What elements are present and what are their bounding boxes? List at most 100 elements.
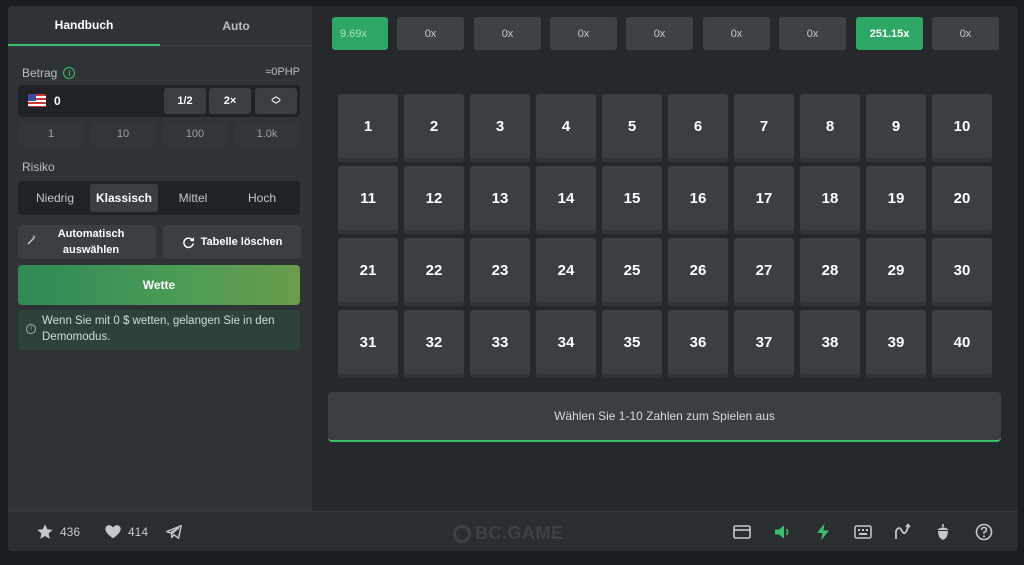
help-button[interactable] bbox=[974, 522, 994, 542]
chip-1[interactable]: 1 bbox=[18, 122, 84, 146]
info-icon[interactable]: i bbox=[63, 67, 76, 79]
number-cell[interactable]: 29 bbox=[866, 238, 926, 302]
number-cell[interactable]: 7 bbox=[734, 94, 794, 158]
number-cell[interactable]: 2 bbox=[404, 94, 464, 158]
speaker-icon bbox=[775, 525, 789, 539]
clear-table-button[interactable]: Tabelle löschen bbox=[163, 225, 301, 259]
number-cell[interactable]: 10 bbox=[932, 94, 992, 158]
logo-mark-icon bbox=[453, 524, 471, 543]
number-cell[interactable]: 32 bbox=[404, 310, 464, 374]
number-cell[interactable]: 38 bbox=[800, 310, 860, 374]
brand-logo: BC.GAME bbox=[453, 523, 564, 544]
risk-option-high[interactable]: Hoch bbox=[228, 184, 296, 212]
history-item: 0x bbox=[550, 17, 617, 50]
number-cell[interactable]: 35 bbox=[602, 310, 662, 374]
pick-prompt: Wählen Sie 1-10 Zahlen zum Spielen aus bbox=[328, 392, 1001, 442]
history-item: 0x bbox=[703, 17, 770, 50]
tab-auto[interactable]: Auto bbox=[160, 6, 312, 46]
double-amount-button[interactable]: 2× bbox=[209, 88, 251, 114]
history-item: 0x bbox=[779, 17, 846, 50]
number-cell[interactable]: 39 bbox=[866, 310, 926, 374]
amount-input[interactable]: 0 bbox=[54, 94, 61, 108]
stats-button[interactable] bbox=[933, 522, 953, 542]
bet-button[interactable]: Wette bbox=[18, 265, 300, 305]
us-flag-icon[interactable] bbox=[28, 94, 46, 107]
acorn-icon bbox=[937, 524, 949, 540]
risk-option-medium[interactable]: Mittel bbox=[159, 184, 227, 212]
number-cell[interactable]: 31 bbox=[338, 310, 398, 374]
hotkeys-button[interactable] bbox=[853, 522, 873, 542]
tab-manual[interactable]: Handbuch bbox=[8, 6, 160, 46]
window-icon bbox=[733, 525, 751, 539]
number-cell[interactable]: 33 bbox=[470, 310, 530, 374]
window-mode-button[interactable] bbox=[732, 522, 752, 542]
history-item: 0x bbox=[397, 17, 464, 50]
number-cell[interactable]: 9 bbox=[866, 94, 926, 158]
number-cell[interactable]: 24 bbox=[536, 238, 596, 302]
mode-tabs: Handbuch Auto bbox=[8, 6, 312, 46]
turbo-button[interactable] bbox=[813, 522, 833, 542]
number-cell[interactable]: 40 bbox=[932, 310, 992, 374]
fairness-button[interactable] bbox=[893, 522, 913, 542]
chip-1k[interactable]: 1.0k bbox=[234, 122, 300, 146]
amount-stepper-button[interactable]: ︿ ﹀ bbox=[255, 88, 297, 114]
logo-text: BC.GAME bbox=[475, 523, 564, 543]
number-cell[interactable]: 37 bbox=[734, 310, 794, 374]
chip-10[interactable]: 10 bbox=[90, 122, 156, 146]
number-cell[interactable]: 27 bbox=[734, 238, 794, 302]
risk-option-low[interactable]: Niedrig bbox=[21, 184, 89, 212]
refresh-icon bbox=[182, 236, 194, 248]
number-cell[interactable]: 25 bbox=[602, 238, 662, 302]
risk-option-classic[interactable]: Klassisch bbox=[90, 184, 158, 212]
share-button[interactable] bbox=[164, 522, 184, 542]
amount-label-row: Betrag i bbox=[22, 66, 76, 80]
telegram-icon bbox=[166, 524, 182, 540]
auto-pick-button[interactable]: Automatisch auswählen bbox=[18, 225, 156, 259]
clear-table-label: Tabelle löschen bbox=[200, 236, 283, 248]
number-cell[interactable]: 20 bbox=[932, 166, 992, 230]
history-item: 0x bbox=[932, 17, 999, 50]
history-item: 251.15x bbox=[856, 17, 923, 50]
amount-converted: ≈0PHP bbox=[265, 66, 300, 78]
number-cell[interactable]: 17 bbox=[734, 166, 794, 230]
number-cell[interactable]: 5 bbox=[602, 94, 662, 158]
auto-pick-label: Automatisch auswählen bbox=[57, 228, 125, 256]
number-cell[interactable]: 13 bbox=[470, 166, 530, 230]
footer-bar: 436 414 BC.GAME bbox=[8, 511, 1018, 551]
magic-wand-icon bbox=[27, 235, 36, 245]
number-cell[interactable]: 16 bbox=[668, 166, 728, 230]
number-cell[interactable]: 34 bbox=[536, 310, 596, 374]
number-grid: 1 2 3 4 5 6 7 8 9 10 11 12 13 14 15 16 17 18 19 20 21 22 23 24 2… bbox=[338, 94, 998, 379]
notice-info-icon: i bbox=[26, 324, 36, 334]
history-item: 9.69x bbox=[332, 17, 388, 50]
sound-button[interactable] bbox=[772, 522, 792, 542]
chip-100[interactable]: 100 bbox=[162, 122, 228, 146]
star-count: 436 bbox=[60, 525, 81, 539]
number-cell[interactable]: 3 bbox=[470, 94, 530, 158]
number-cell[interactable]: 26 bbox=[668, 238, 728, 302]
number-cell[interactable]: 6 bbox=[668, 94, 728, 158]
lightning-icon bbox=[817, 523, 829, 541]
like-count[interactable]: 414 bbox=[104, 522, 148, 542]
half-amount-button[interactable]: 1/2 bbox=[164, 88, 206, 114]
number-cell[interactable]: 36 bbox=[668, 310, 728, 374]
risk-selector: Niedrig Klassisch Mittel Hoch bbox=[18, 181, 300, 215]
number-cell[interactable]: 1 bbox=[338, 94, 398, 158]
number-cell[interactable]: 19 bbox=[866, 166, 926, 230]
number-cell[interactable]: 4 bbox=[536, 94, 596, 158]
number-cell[interactable]: 23 bbox=[470, 238, 530, 302]
chevron-down-icon: ﹀ bbox=[271, 100, 281, 110]
number-cell[interactable]: 21 bbox=[338, 238, 398, 302]
number-cell[interactable]: 14 bbox=[536, 166, 596, 230]
number-cell[interactable]: 11 bbox=[338, 166, 398, 230]
number-cell[interactable]: 15 bbox=[602, 166, 662, 230]
number-cell[interactable]: 30 bbox=[932, 238, 992, 302]
number-cell[interactable]: 12 bbox=[404, 166, 464, 230]
favorite-count[interactable]: 436 bbox=[36, 522, 80, 542]
number-cell[interactable]: 22 bbox=[404, 238, 464, 302]
heart-icon bbox=[105, 525, 121, 539]
number-cell[interactable]: 18 bbox=[800, 166, 860, 230]
history-item: 0x bbox=[474, 17, 541, 50]
number-cell[interactable]: 8 bbox=[800, 94, 860, 158]
number-cell[interactable]: 28 bbox=[800, 238, 860, 302]
